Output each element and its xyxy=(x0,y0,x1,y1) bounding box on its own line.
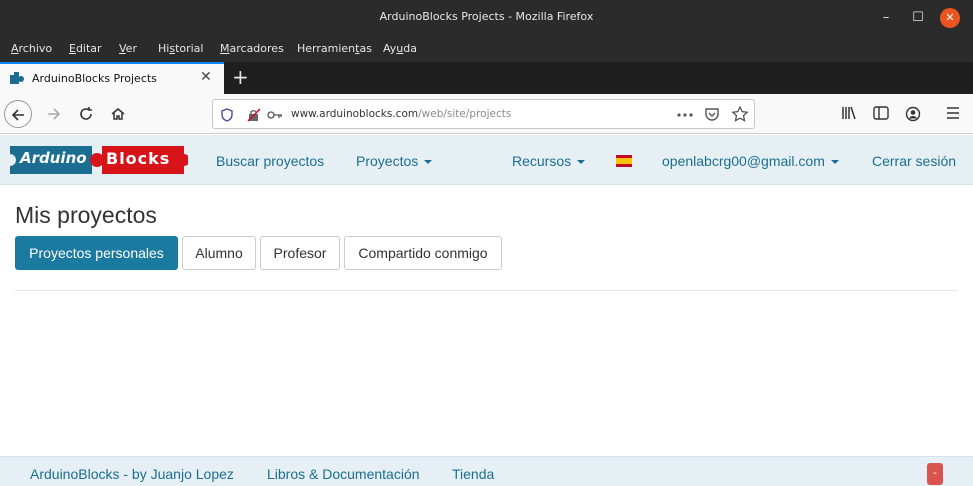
tab-student[interactable]: Alumno xyxy=(182,236,256,270)
nav-projects-label: Proyectos xyxy=(356,153,419,169)
page-actions-icon[interactable] xyxy=(677,113,693,117)
nav-user-dropdown[interactable]: openlabcrg00@gmail.com xyxy=(662,153,839,169)
nav-resources-dropdown[interactable]: Recursos xyxy=(512,153,586,169)
sidebar-icon[interactable] xyxy=(873,106,889,120)
menu-ver[interactable]: Ver xyxy=(119,42,137,55)
window-title: ArduinoBlocks Projects - Mozilla Firefox xyxy=(379,10,594,23)
tab-shared-with-me[interactable]: Compartido conmigo xyxy=(344,236,502,270)
reload-icon xyxy=(80,107,92,120)
url-text[interactable]: www.arduinoblocks.com/web/site/projects xyxy=(291,108,511,120)
back-arrow-icon xyxy=(11,109,24,121)
footer-collapse-button[interactable]: - xyxy=(927,463,943,485)
nav-projects-dropdown[interactable]: Proyectos xyxy=(356,153,433,169)
logo-word-arduino: Arduino xyxy=(20,149,87,167)
caret-down-icon xyxy=(424,160,433,165)
shield-icon[interactable] xyxy=(221,108,233,122)
menu-marcadores[interactable]: Marcadores xyxy=(220,42,284,55)
footer-shop-link[interactable]: Tienda xyxy=(452,466,494,482)
pocket-icon[interactable] xyxy=(705,107,719,121)
hamburger-menu-icon[interactable] xyxy=(946,107,960,119)
nav-toolbar: www.arduinoblocks.com/web/site/projects xyxy=(0,94,973,134)
forward-arrow-icon xyxy=(48,108,61,120)
content-divider xyxy=(15,290,958,291)
site-footer: ArduinoBlocks - by Juanjo Lopez Libros &… xyxy=(0,456,973,486)
account-icon[interactable] xyxy=(905,106,921,122)
menu-ayuda[interactable]: Ayuda xyxy=(383,42,417,55)
nav-resources-label: Recursos xyxy=(512,153,572,169)
insecure-lock-icon[interactable] xyxy=(247,108,261,122)
tab-close-button[interactable]: ✕ xyxy=(200,69,212,85)
caret-down-icon xyxy=(577,160,586,165)
tab-personal-projects[interactable]: Proyectos personales xyxy=(15,236,178,270)
bookmark-star-icon[interactable] xyxy=(732,106,748,122)
menu-historial[interactable]: Historial xyxy=(158,42,203,55)
maximize-button[interactable]: ☐ xyxy=(908,8,928,28)
tab-strip: ArduinoBlocks Projects ✕ + xyxy=(0,62,973,94)
close-window-button[interactable]: ✕ xyxy=(940,8,960,28)
home-button[interactable] xyxy=(104,100,132,128)
minimize-button[interactable]: – xyxy=(876,8,896,28)
home-icon xyxy=(111,108,125,120)
page-title: Mis proyectos xyxy=(15,202,157,228)
menu-editar[interactable]: Editar xyxy=(69,42,102,55)
browser-tab-title: ArduinoBlocks Projects xyxy=(32,72,157,85)
key-icon[interactable] xyxy=(267,110,283,120)
site-navbar: Arduino Blocks Buscar proyectos Proyecto… xyxy=(0,135,973,185)
browser-tab-active[interactable]: ArduinoBlocks Projects ✕ xyxy=(0,62,224,94)
logo-word-blocks: Blocks xyxy=(106,149,171,168)
menubar: Archivo Editar Ver Historial Marcadores … xyxy=(0,36,973,62)
footer-credit-link[interactable]: ArduinoBlocks - by Juanjo Lopez xyxy=(30,466,234,482)
caret-down-icon xyxy=(830,160,839,165)
window-titlebar: ArduinoBlocks Projects - Mozilla Firefox… xyxy=(0,0,973,36)
reload-button[interactable] xyxy=(72,100,100,128)
library-icon[interactable] xyxy=(841,106,857,120)
puzzle-favicon-icon xyxy=(10,72,24,84)
menu-archivo[interactable]: Archivo xyxy=(11,42,52,55)
spain-flag-icon[interactable] xyxy=(616,155,632,167)
footer-docs-link[interactable]: Libros & Documentación xyxy=(267,466,420,482)
new-tab-button[interactable]: + xyxy=(232,65,249,89)
nav-user-email: openlabcrg00@gmail.com xyxy=(662,153,825,169)
nav-logout[interactable]: Cerrar sesión xyxy=(872,153,956,169)
menu-herramientas[interactable]: Herramientas xyxy=(297,42,372,55)
forward-button[interactable] xyxy=(40,100,68,128)
back-button[interactable] xyxy=(4,100,32,128)
tab-teacher[interactable]: Profesor xyxy=(260,236,340,270)
url-bar[interactable]: www.arduinoblocks.com/web/site/projects xyxy=(212,99,755,129)
nav-search-projects[interactable]: Buscar proyectos xyxy=(216,153,324,169)
